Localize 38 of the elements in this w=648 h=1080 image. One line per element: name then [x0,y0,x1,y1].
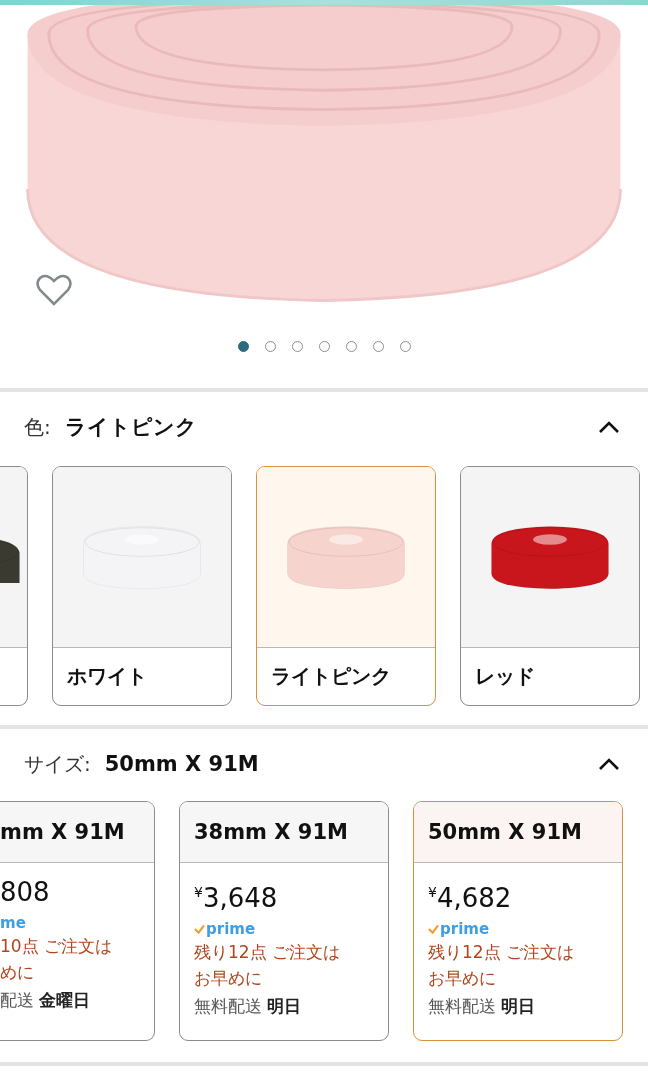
size-name: 50mm X 91M [428,820,582,844]
size-name: mm X 91M [0,820,125,844]
color-option-card[interactable]: ライトピンク [256,466,436,706]
price: $^{¥}$3,648 [194,881,279,915]
stock-notice: 残り12点 ご注文は [428,940,576,964]
heart-icon[interactable] [36,273,72,307]
check-icon [194,923,205,934]
color-name: ホワイト [67,663,147,690]
option-label: 色: [24,413,51,441]
color-name: レッド [475,663,535,690]
prime-logo: prime [206,919,256,938]
delivery-info: 配送 金曜日 [0,989,92,1012]
stock-notice: めに [0,961,35,984]
stock-notice: 残り12点 ご注文は [194,940,342,964]
size-option-card[interactable]: 50mm X 91M $^{¥}$4,682 prime 残り12点 ご注文は お早めに 無料配送 明日 [413,801,623,1041]
color-option-card[interactable]: レッド [460,466,640,706]
chevron-icon[interactable] [598,757,620,771]
option-value: 50mm X 91M [104,752,259,776]
option-label: サイズ: [24,750,91,778]
stock-notice: お早めに [428,966,497,990]
price: $^{¥}$4,682 [428,881,513,915]
delivery-info: 無料配送 明日 [194,994,303,1018]
stock-notice: お早めに [194,966,263,990]
prime-logo: me [0,914,26,932]
size-name: 38mm X 91M [194,820,348,844]
price: 808 [0,876,51,909]
size-option-card[interactable]: 38mm X 91M $^{¥}$3,648 prime 残り12点 ご注文は お早めに 無料配送 明日 [179,801,389,1041]
color-option-card[interactable] [0,466,28,706]
color-name: ライトピンク [271,663,391,690]
option-value: ライトピンク [64,414,197,441]
check-icon [428,923,439,934]
delivery-info: 無料配送 明日 [428,994,537,1018]
prime-logo: prime [440,919,490,938]
stock-notice: 10点 ご注文は [0,935,114,958]
page-dot[interactable] [237,341,249,352]
chevron-icon[interactable] [598,420,620,434]
color-option-card[interactable]: ホワイト [52,466,232,706]
size-option-card[interactable]: mm X 91M 808 me 10点 ご注文は めに 配送 金曜日 [0,801,155,1041]
